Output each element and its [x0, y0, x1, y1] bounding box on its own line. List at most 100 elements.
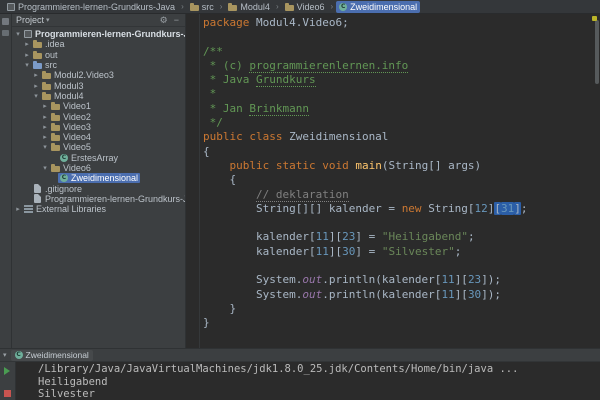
breadcrumb-item[interactable]: Modul4: [225, 1, 273, 13]
tree-item[interactable]: ▸ Video1: [12, 101, 185, 111]
breadcrumb-item[interactable]: Zweidimensional: [336, 0, 421, 13]
code-line[interactable]: System.out.println(kalender[11][23]);: [203, 273, 528, 287]
tree-item[interactable]: ▸ Video4: [12, 132, 185, 142]
breadcrumb-separator-icon: ›: [219, 2, 223, 11]
tree-item[interactable]: ▸ Video2: [12, 111, 185, 122]
caret-down-icon[interactable]: ▾: [46, 16, 50, 24]
expanded-chevron-icon[interactable]: ▾: [23, 61, 31, 69]
toolwindow-stripe: [0, 14, 12, 348]
code-line[interactable]: kalender[11][23] = "Heiligabend";: [203, 230, 528, 244]
code-line[interactable]: [203, 30, 528, 44]
expanded-chevron-icon[interactable]: ▾: [41, 143, 49, 151]
breadcrumb-separator-icon: ›: [181, 2, 184, 11]
package-icon: [51, 122, 60, 131]
code-line[interactable]: */: [203, 116, 528, 130]
collapsed-chevron-icon[interactable]: ▸: [41, 102, 49, 110]
code-line[interactable]: /**: [203, 45, 528, 59]
breadcrumb-separator-icon: ›: [275, 2, 279, 11]
code-line[interactable]: * Jan Brinkmann: [203, 101, 528, 116]
tree-item[interactable]: ErstesArray: [12, 153, 185, 163]
tree-item-label: Video1: [63, 101, 91, 112]
code-line[interactable]: {: [203, 145, 528, 159]
collapsed-chevron-icon[interactable]: ▸: [32, 82, 40, 90]
code-line[interactable]: * (c) programmierenlernen.info: [203, 58, 528, 73]
tree-item[interactable]: ▸ External Libraries: [12, 204, 185, 214]
collapsed-chevron-icon[interactable]: ▸: [23, 40, 31, 48]
code-line[interactable]: }: [203, 316, 528, 330]
code-line[interactable]: {: [203, 173, 528, 187]
editor[interactable]: package Modul4.Video6; /** * (c) program…: [185, 14, 600, 348]
breadcrumb-label: Zweidimensional: [350, 1, 418, 12]
tree-item-label: .idea: [45, 39, 65, 50]
code-line[interactable]: * Java Grundkurs: [203, 73, 528, 88]
lib-icon: [24, 205, 33, 214]
package-icon: [51, 143, 60, 152]
folder-icon: [189, 2, 199, 11]
tree-item[interactable]: ▾ Video6: [12, 163, 185, 173]
package-icon: [284, 2, 294, 11]
collapsed-chevron-icon[interactable]: ▸: [41, 113, 49, 121]
code-line[interactable]: System.out.println(kalender[11][30]);: [203, 288, 528, 302]
hide-panel-icon[interactable]: −: [172, 15, 181, 25]
tree-item[interactable]: ▾ Video5: [12, 142, 185, 152]
expanded-chevron-icon[interactable]: ▾: [32, 92, 40, 100]
tree-item[interactable]: ▾Programmieren-lernen-Grundkurs-Java~/Id…: [12, 29, 185, 39]
console-line: Heiligabend: [38, 375, 108, 388]
run-toolbar: [0, 362, 16, 400]
breadcrumb-item[interactable]: Video6: [282, 1, 328, 13]
project-panel: Project ▾ ⚙ − ▾ Programmieren-lernen-Grun…: [12, 14, 185, 348]
project-panel-header: Project ▾ ⚙ −: [12, 14, 185, 27]
collapsed-chevron-icon[interactable]: ▸: [14, 205, 22, 213]
breadcrumb-separator-icon: ›: [330, 2, 334, 11]
package-icon: [42, 71, 51, 80]
collapsed-chevron-icon[interactable]: ▸: [32, 71, 40, 79]
breadcrumb-label: src: [201, 1, 214, 12]
tree-item[interactable]: Programmieren-lernen-Grundkurs-Java.iml: [12, 194, 185, 204]
stop-icon[interactable]: [4, 390, 11, 397]
code-line[interactable]: public class Zweidimensional: [203, 130, 528, 144]
tree-item[interactable]: ▸ Modul3: [12, 80, 185, 91]
rerun-icon[interactable]: [4, 367, 10, 375]
project-toolwindow-icon[interactable]: [2, 18, 9, 25]
package-icon: [42, 81, 51, 90]
code-line[interactable]: String[][] kalender = new String[12][31]…: [203, 201, 528, 216]
run-tab[interactable]: Zweidimensional: [10, 349, 93, 361]
collapsed-chevron-icon[interactable]: ▸: [41, 123, 49, 131]
editor-scrollbar[interactable]: [595, 20, 599, 84]
gear-icon[interactable]: ⚙: [158, 15, 170, 25]
expanded-chevron-icon[interactable]: ▾: [14, 30, 22, 38]
code-line[interactable]: package Modul4.Video6;: [203, 16, 528, 30]
tree-item[interactable]: ▸ .idea: [12, 39, 185, 49]
collapsed-chevron-icon[interactable]: ▸: [23, 51, 31, 59]
code-line[interactable]: public static void main(String[] args): [203, 159, 528, 173]
tree-item[interactable]: ▾ Modul4: [12, 91, 185, 101]
tree-item[interactable]: Zweidimensional: [12, 173, 185, 184]
project-panel-title[interactable]: Project: [16, 15, 44, 25]
file-icon: [34, 194, 41, 204]
tree-item-label: Zweidimensional: [71, 173, 139, 184]
expanded-chevron-icon[interactable]: ▾: [41, 164, 49, 172]
code-line[interactable]: [203, 259, 528, 273]
tree-item[interactable]: ▸ Video3: [12, 122, 185, 132]
tree-item-label: Programmieren-lernen-Grundkurs-Java: [35, 29, 185, 40]
run-panel-header: ▾ Zweidimensional: [0, 349, 600, 362]
tree-item[interactable]: ▸ Modul2.Video3: [12, 70, 185, 80]
tree-item[interactable]: ▾ src: [12, 60, 185, 70]
class-icon: [14, 351, 23, 359]
structure-toolwindow-icon[interactable]: [2, 30, 9, 36]
chevron-down-icon[interactable]: ▾: [3, 351, 7, 359]
code-line[interactable]: [203, 216, 528, 230]
tree-item-label: Modul3: [54, 80, 84, 91]
code-line[interactable]: *: [203, 87, 528, 101]
breadcrumb-item[interactable]: Programmieren-lernen-Grundkurs-Java: [4, 1, 178, 13]
code-line[interactable]: }: [203, 302, 528, 316]
collapsed-chevron-icon[interactable]: ▸: [41, 133, 49, 141]
project-icon: [7, 2, 15, 11]
tree-item[interactable]: ▸ out: [12, 50, 185, 60]
breadcrumb-item[interactable]: src: [187, 1, 217, 13]
code-line[interactable]: // deklaration: [203, 187, 528, 202]
run-tab-label: Zweidimensional: [25, 350, 89, 360]
file-icon: [34, 184, 41, 194]
code-line[interactable]: kalender[11][30] = "Silvester";: [203, 245, 528, 259]
tree-item[interactable]: .gitignore: [12, 183, 185, 194]
